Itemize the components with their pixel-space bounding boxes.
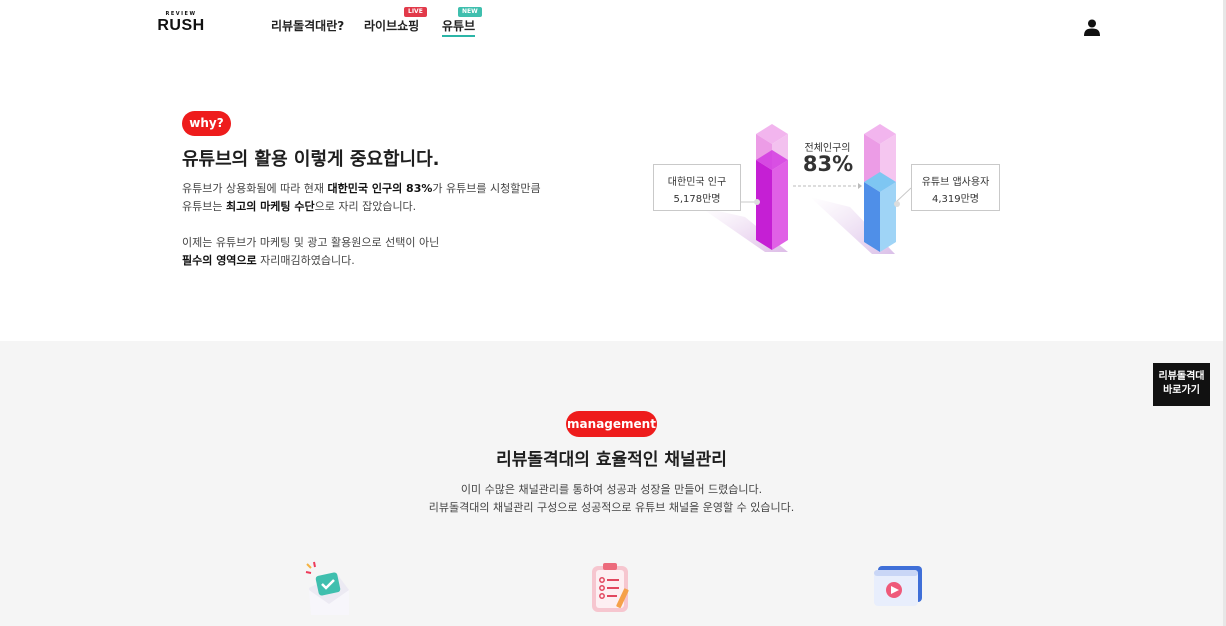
connector-dot-korea	[754, 199, 760, 205]
logo[interactable]: REVIEW RUSH	[156, 11, 206, 37]
checklist-icon	[592, 563, 629, 612]
connector-dot-youtube	[894, 201, 900, 207]
nav-item-label: 리뷰돌격대란?	[271, 19, 345, 33]
why-highlight: 최고의 마케팅 수단	[225, 200, 315, 213]
why-text: 유튜브가 상용화됨에 따라 현재	[182, 182, 328, 195]
nav-item-live-shopping[interactable]: 라이브쇼핑 LIVE	[364, 7, 427, 34]
quick-link-button[interactable]: 리뷰돌격대 바로가기	[1153, 363, 1210, 406]
why-text: 으로 자리 잡았습니다.	[314, 200, 417, 213]
management-description-line: 리뷰돌격대의 채널관리 구성으로 성공적으로 유튜브 채널을 운영할 수 있습니…	[428, 501, 795, 514]
site-header: REVIEW RUSH 리뷰돌격대란? 라이브쇼핑 LIVE 유튜브 NEW	[0, 0, 1226, 54]
youtube-users-box: 유튜브 앱사용자 4,319만명	[911, 164, 1000, 211]
why-highlight: 필수의 영역으로	[182, 254, 257, 267]
video-player-icon	[874, 566, 922, 606]
korea-population-value: 5,178만명	[673, 194, 721, 205]
new-badge: NEW	[458, 7, 482, 17]
page: REVIEW RUSH 리뷰돌격대란? 라이브쇼핑 LIVE 유튜브 NEW w…	[0, 0, 1226, 626]
why-body-line: 이제는 유튜브가 마케팅 및 광고 활용원으로 선택이 아닌	[182, 236, 440, 249]
management-description-line: 이미 수많은 채널관리를 통하여 성공과 성장을 만들어 드렸습니다.	[460, 483, 763, 496]
management-badge: management	[566, 411, 657, 437]
why-badge: why?	[182, 111, 231, 136]
youtube-users-label: 유튜브 앱사용자	[921, 177, 990, 188]
nav-item-label: 유튜브	[442, 19, 476, 33]
arrow-head-icon	[858, 183, 862, 189]
quick-link-label: 리뷰돌격대	[1158, 371, 1205, 382]
percent-value: 83%	[802, 152, 854, 176]
envelope-check-icon	[305, 561, 349, 615]
korea-population-label: 대한민국 인구	[667, 177, 727, 188]
nav-item-about[interactable]: 리뷰돌격대란?	[271, 19, 344, 34]
connector-youtube	[895, 187, 912, 203]
why-heading: 유튜브의 활용 이렇게 중요합니다.	[182, 149, 440, 170]
user-icon[interactable]	[1084, 19, 1100, 36]
why-text: 유튜브는	[182, 200, 226, 213]
why-text: 자리매김하였습니다.	[256, 254, 355, 267]
quick-link-label: 바로가기	[1163, 385, 1200, 396]
why-body-line: 유튜브는 최고의 마케팅 수단으로 자리 잡았습니다.	[182, 198, 602, 216]
why-body-line: 필수의 영역으로 자리매김하였습니다.	[182, 252, 602, 270]
bar-korea-population	[756, 124, 788, 250]
why-highlight: 대한민국 인구의 83%	[327, 182, 433, 195]
why-body-line: 유튜브가 상용화됨에 따라 현재 대한민국 인구의 83%가 유튜브를 시청할만…	[182, 180, 602, 198]
bar-youtube-users	[864, 124, 896, 252]
nav-item-label: 라이브쇼핑	[364, 19, 420, 33]
nav-item-youtube[interactable]: 유튜브 NEW	[442, 7, 482, 37]
logo-main-text: RUSH	[157, 17, 205, 34]
youtube-users-value: 4,319만명	[931, 194, 980, 205]
management-heading: 리뷰돌격대의 효율적인 채널관리	[496, 450, 727, 470]
live-badge: LIVE	[404, 7, 427, 17]
why-text: 가 유튜브를 시청할만큼	[432, 182, 541, 195]
korea-population-box: 대한민국 인구 5,178만명	[653, 164, 741, 211]
